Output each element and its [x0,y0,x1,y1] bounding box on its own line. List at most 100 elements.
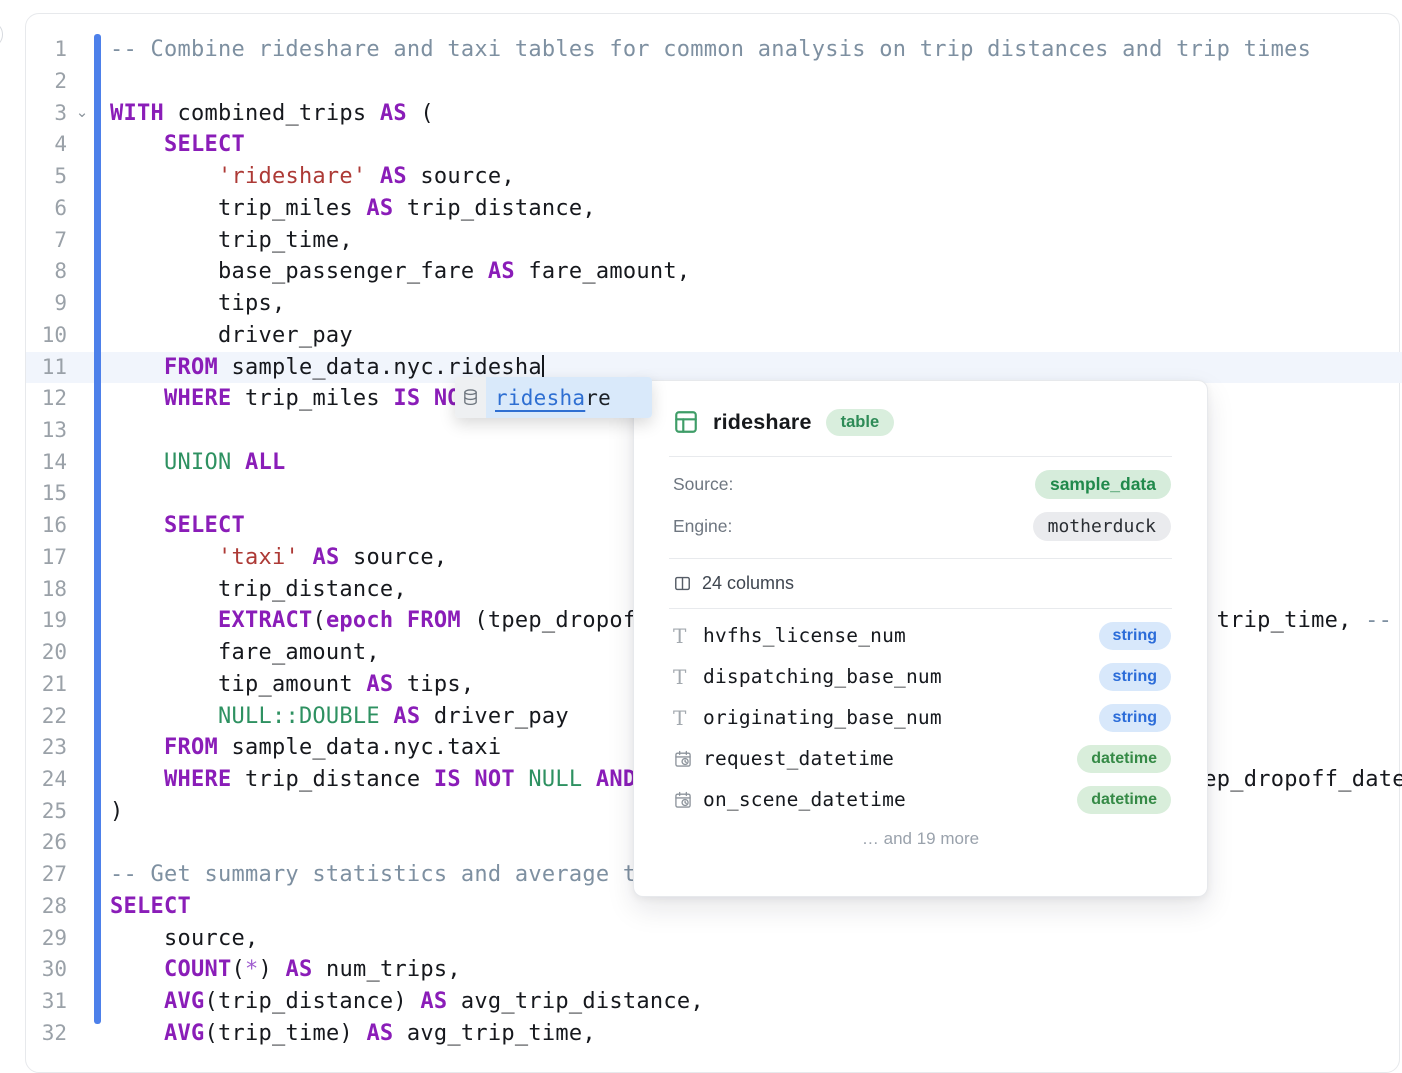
code-line[interactable]: COUNT(*) AS num_trips, [110,954,461,986]
column-name: hvfhs_license_num [703,624,1099,647]
divider [669,558,1172,559]
more-columns-label: … and 19 more [634,829,1207,849]
columns-count-row: 24 columns [673,571,1171,595]
type-icon: T [673,665,703,689]
column-name: originating_base_num [703,706,1099,729]
line-number: 3 [17,98,67,130]
column-row: request_datetimedatetime [673,744,1171,773]
line-number: 17 [17,542,67,574]
code-line[interactable]: SELECT [110,891,191,923]
column-type-pill: string [1099,663,1171,691]
info-label: Source: [673,474,733,495]
line-number: 31 [17,986,67,1018]
column-name: on_scene_datetime [703,788,1077,811]
line-number: 6 [17,193,67,225]
line-number: 32 [17,1018,67,1050]
column-name: request_datetime [703,747,1077,770]
line-number: 18 [17,574,67,606]
code-line[interactable]: 'taxi' AS source, [110,542,447,574]
line-number: 22 [17,701,67,733]
code-line[interactable]: AVG(trip_distance) AS avg_trip_distance, [110,986,704,1018]
code-line[interactable]: tips, [110,288,285,320]
autocomplete-match-text: ridesha [495,386,585,410]
autocomplete-rest-text: re [585,386,611,410]
column-row: Tdispatching_base_numstring [673,662,1171,691]
table-info-card: rideshare table Source: sample_data Engine… [633,380,1208,897]
table-icon [673,409,699,435]
line-number: 14 [17,447,67,479]
calendar-clock-icon [673,749,703,769]
divider [669,456,1172,457]
line-number: 9 [17,288,67,320]
line-number: 11 [17,352,67,384]
info-value-pill: motherduck [1033,512,1171,541]
code-line[interactable]: trip_miles AS trip_distance, [110,193,596,225]
column-row: Toriginating_base_numstring [673,703,1171,732]
code-line[interactable]: 'rideshare' AS source, [110,161,515,193]
column-name: dispatching_base_num [703,665,1099,688]
code-line[interactable]: SELECT [110,510,245,542]
line-number: 15 [17,478,67,510]
code-line[interactable]: fare_amount, [110,637,380,669]
divider [669,608,1172,609]
column-row: Thvfhs_license_numstring [673,621,1171,650]
line-number: 20 [17,637,67,669]
line-number: 25 [17,796,67,828]
code-line[interactable]: trip_time, [110,225,353,257]
code-line[interactable]: source, [110,923,258,955]
line-number: 8 [17,256,67,288]
line-number: 12 [17,383,67,415]
code-line[interactable]: FROM sample_data.nyc.taxi [110,732,501,764]
collapsed-handle[interactable] [0,21,3,48]
code-line[interactable]: driver_pay [110,320,353,352]
info-value-pill: sample_data [1035,470,1171,499]
code-line[interactable]: -- Combine rideshare and taxi tables for… [110,34,1311,66]
line-number: 1 [17,34,67,66]
columns-icon [673,574,692,593]
line-number: 23 [17,732,67,764]
code-line[interactable]: WITH combined_trips AS ( [110,98,434,130]
info-row-source: Source: sample_data [673,470,1171,499]
info-label: Engine: [673,516,732,537]
table-name: rideshare [713,410,812,435]
type-icon: T [673,624,703,648]
line-number: 4 [17,129,67,161]
info-row-engine: Engine: motherduck [673,512,1171,541]
code-line[interactable]: UNION ALL [110,447,285,479]
line-number: 28 [17,891,67,923]
line-number: 27 [17,859,67,891]
calendar-clock-icon [673,790,703,810]
columns-count-label: 24 columns [702,573,794,594]
line-number: 19 [17,605,67,637]
autocomplete-item-rideshare[interactable]: rideshare [486,377,652,418]
code-line[interactable]: trip_distance, [110,574,407,606]
code-line[interactable]: NULL::DOUBLE AS driver_pay [110,701,569,733]
gutter-accent-bar [94,34,101,1024]
column-type-pill: string [1099,622,1171,650]
column-type-pill: datetime [1077,745,1171,773]
line-number: 29 [17,923,67,955]
table-card-header: rideshare table [673,407,1171,437]
column-type-pill: string [1099,704,1171,732]
line-number: 5 [17,161,67,193]
line-number: 30 [17,954,67,986]
code-line[interactable]: base_passenger_fare AS fare_amount, [110,256,690,288]
line-number: 26 [17,827,67,859]
code-line[interactable]: tip_amount AS tips, [110,669,474,701]
code-line[interactable]: SELECT [110,129,245,161]
fold-chevron-icon[interactable]: ⌄ [72,98,92,130]
line-number: 13 [17,415,67,447]
line-number: 16 [17,510,67,542]
column-type-pill: datetime [1077,786,1171,814]
line-number: 7 [17,225,67,257]
type-icon: T [673,706,703,730]
line-number: 24 [17,764,67,796]
line-number: 2 [17,66,67,98]
code-line[interactable]: ) [110,796,124,828]
line-number: 21 [17,669,67,701]
code-line[interactable]: AVG(trip_time) AS avg_trip_time, [110,1018,596,1050]
table-type-badge: table [826,409,895,436]
column-row: on_scene_datetimedatetime [673,785,1171,814]
line-number: 10 [17,320,67,352]
autocomplete-dropdown: rideshare [455,377,652,418]
